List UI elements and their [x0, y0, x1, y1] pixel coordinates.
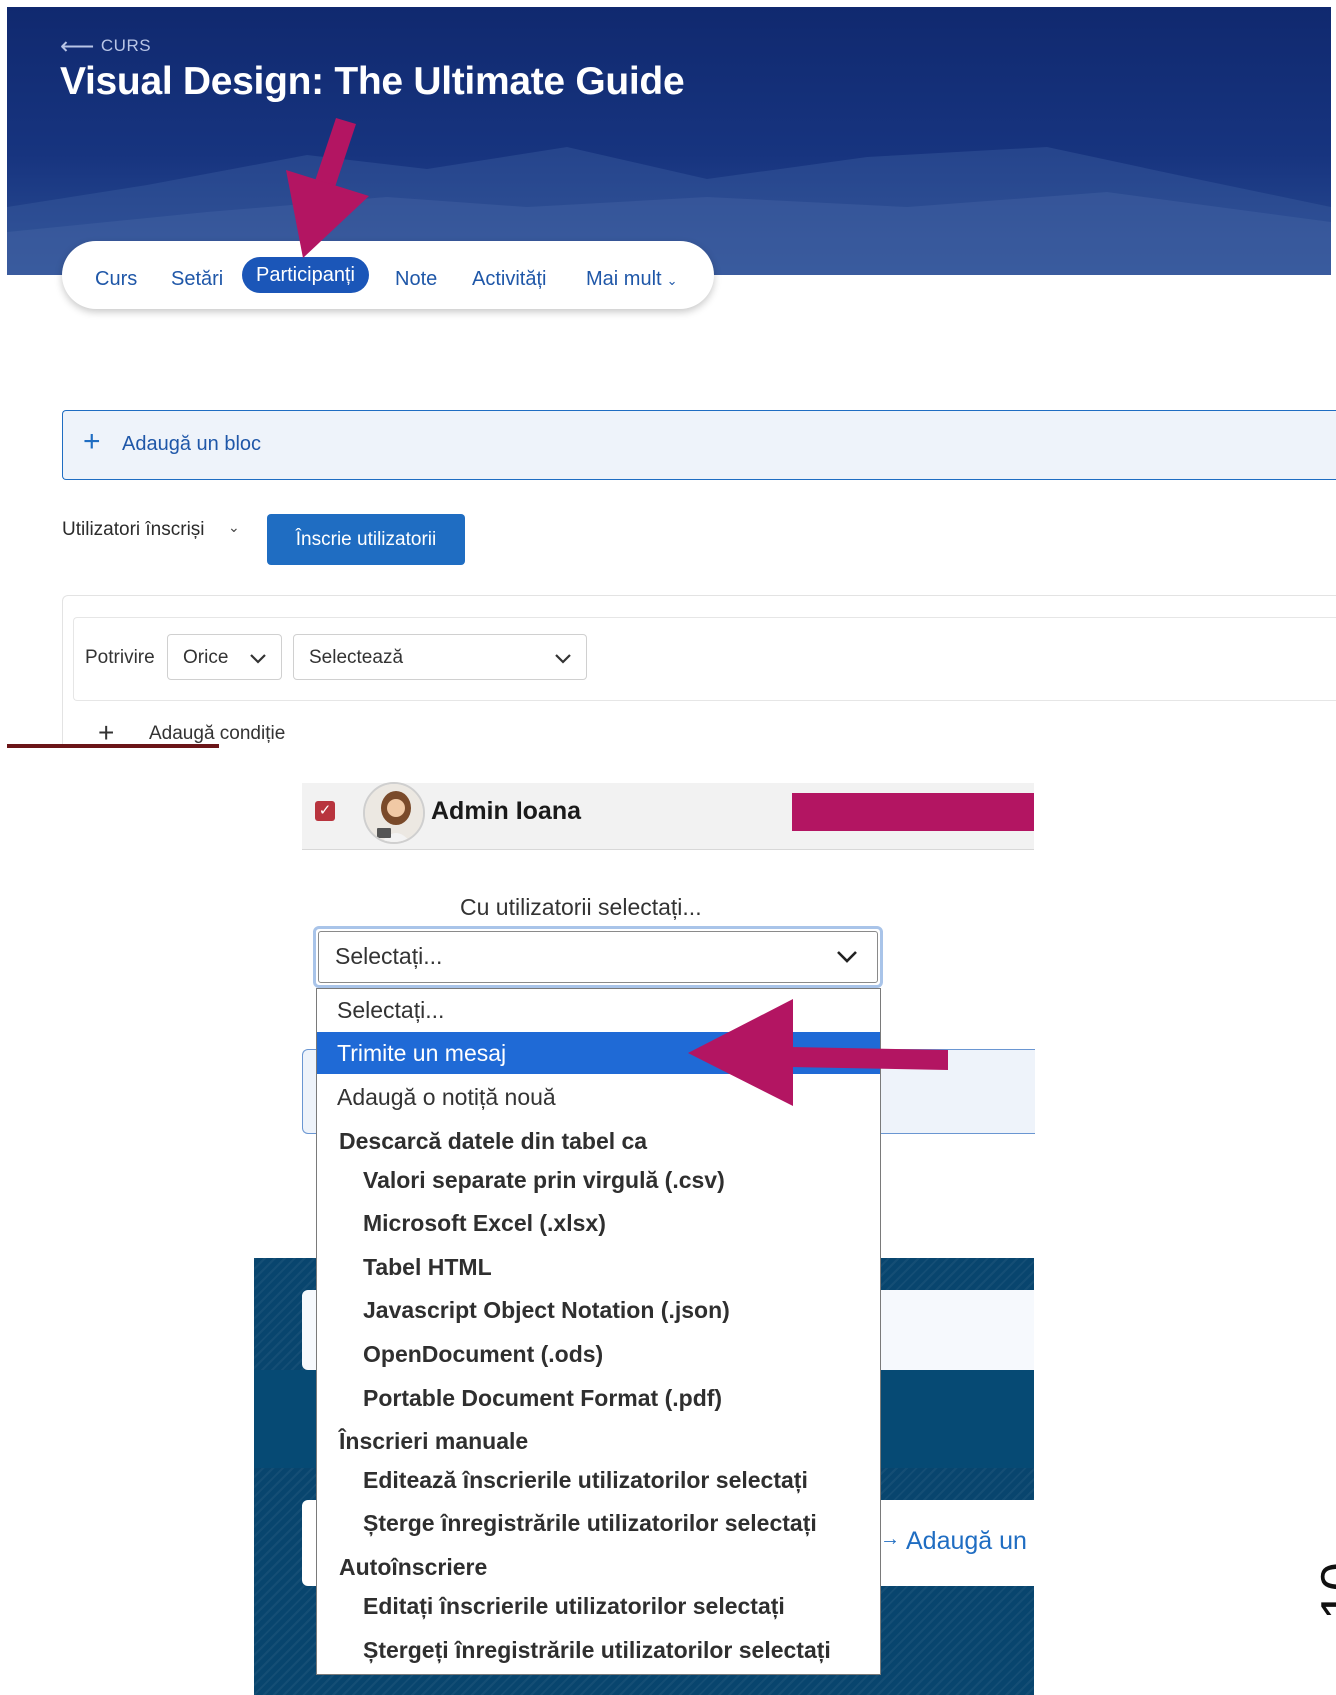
annotation-arrow-left — [688, 999, 948, 1106]
annotation-arrow-down — [286, 118, 369, 258]
side-page-number: 10 — [1311, 1562, 1336, 1620]
annotation-arrows — [286, 118, 948, 1106]
